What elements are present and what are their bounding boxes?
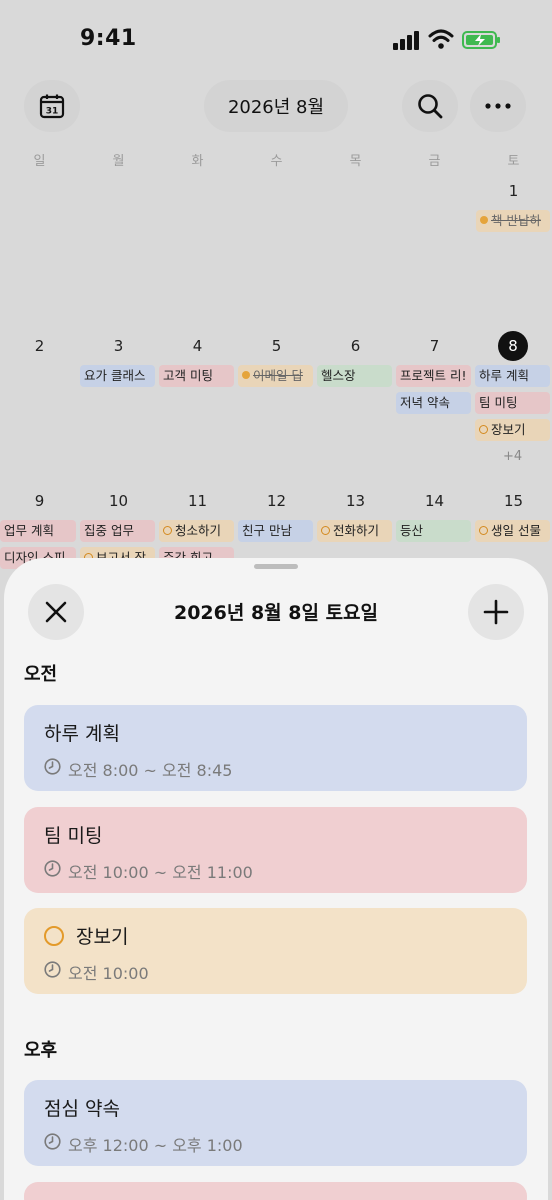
day-cell-12[interactable]: 12 [237, 492, 316, 510]
event-card[interactable]: 점심 약속 오후 12:00 ~ 오후 1:00 [24, 1080, 527, 1166]
more-button[interactable] [470, 80, 526, 132]
event-chip[interactable]: 헬스장 [317, 365, 392, 387]
clock-icon [44, 1133, 61, 1150]
event-chip[interactable]: 등산 [396, 520, 471, 542]
day-detail-sheet: 2026년 8월 8일 토요일 오전 하루 계획 오전 8:00 ~ 오전 8:… [4, 558, 548, 1200]
event-chip[interactable]: 책 반납하 [476, 210, 550, 232]
event-chip[interactable]: 고객 미팅 [159, 365, 234, 387]
wifi-icon [428, 29, 454, 49]
weekday-tue: 화 [191, 154, 204, 169]
day-cell-6[interactable]: 6 [316, 337, 395, 355]
event-card-title: 장보기 [76, 926, 129, 948]
event-chip[interactable]: 저녁 약속 [396, 392, 471, 414]
search-button[interactable] [402, 80, 458, 132]
event-chip[interactable]: 이메일 답 [238, 365, 313, 387]
event-card-time: 오후 12:00 ~ 오후 1:00 [68, 1136, 243, 1155]
weekday-thu: 목 [349, 154, 362, 169]
event-chip[interactable]: 업무 계획 [0, 520, 76, 542]
todo-ring-icon [163, 526, 172, 535]
clock-icon [44, 758, 61, 775]
day-cell-2[interactable]: 2 [0, 337, 79, 355]
event-chip[interactable]: 친구 만남 [238, 520, 313, 542]
event-card[interactable] [24, 1182, 527, 1200]
search-icon [418, 94, 443, 119]
day-cell-3[interactable]: 3 [79, 337, 158, 355]
todo-card[interactable]: 장보기 오전 10:00 [24, 908, 527, 994]
weekday-fri: 금 [428, 154, 441, 169]
calendar-button[interactable]: 31 [24, 80, 80, 132]
event-chip[interactable]: 팀 미팅 [475, 392, 550, 414]
todo-ring-icon [479, 425, 488, 434]
event-chip[interactable]: 전화하기 [317, 520, 392, 542]
todo-ring-icon [479, 526, 488, 535]
calendar-icon: 31 [39, 94, 65, 119]
sheet-title: 2026년 8월 8일 토요일 [173, 602, 379, 624]
event-card-title: 팀 미팅 [44, 825, 103, 847]
todo-dot-icon [242, 371, 250, 379]
event-chip[interactable]: 집중 업무 [80, 520, 155, 542]
day-cell-9[interactable]: 9 [0, 492, 79, 510]
status-time: 9:41 [80, 26, 137, 51]
event-card-title: 하루 계획 [44, 723, 120, 745]
day-cell-14[interactable]: 14 [395, 492, 474, 510]
clock-icon [44, 961, 61, 978]
section-pm: 오후 [24, 1040, 58, 1061]
day-cell-11[interactable]: 11 [158, 492, 237, 510]
weekday-wed: 수 [270, 154, 283, 169]
weekday-header: 일 월 화 수 목 금 토 [0, 150, 552, 170]
event-card-time: 오전 10:00 ~ 오전 11:00 [68, 863, 253, 882]
day-cell-4[interactable]: 4 [158, 337, 237, 355]
day-cell-13[interactable]: 13 [316, 492, 395, 510]
day-cell-15[interactable]: 15 [474, 492, 552, 510]
event-card-title: 점심 약속 [44, 1098, 120, 1120]
add-event-button[interactable] [468, 584, 524, 640]
event-card[interactable]: 하루 계획 오전 8:00 ~ 오전 8:45 [24, 705, 527, 791]
day-cell-5[interactable]: 5 [237, 337, 316, 355]
event-card[interactable]: 팀 미팅 오전 10:00 ~ 오전 11:00 [24, 807, 527, 893]
day-cell-7[interactable]: 7 [395, 337, 474, 355]
day-cell-10[interactable]: 10 [79, 492, 158, 510]
todo-ring-icon [321, 526, 330, 535]
section-am: 오전 [24, 664, 58, 685]
svg-text:31: 31 [46, 107, 59, 117]
event-chip[interactable]: 생일 선물 [475, 520, 550, 542]
event-chip[interactable]: 프로젝트 리! [396, 365, 471, 387]
status-bar: 9:41 [0, 0, 552, 80]
event-chip[interactable]: 청소하기 [159, 520, 234, 542]
clock-icon [44, 860, 61, 877]
todo-dot-icon [480, 216, 488, 224]
battery-icon [462, 31, 500, 49]
weekday-sun: 일 [33, 154, 46, 169]
today-indicator[interactable]: 8 [498, 331, 528, 361]
plus-icon [483, 599, 509, 625]
more-icon [485, 103, 511, 109]
more-events-count[interactable]: +4 [503, 449, 522, 464]
event-chip[interactable]: 하루 계획 [475, 365, 550, 387]
signal-icon [393, 31, 419, 50]
sheet-grabber[interactable] [254, 564, 298, 569]
event-chip[interactable]: 요가 클래스 [80, 365, 155, 387]
event-card-time: 오전 8:00 ~ 오전 8:45 [68, 761, 233, 780]
weekday-sat: 토 [507, 154, 520, 169]
event-chip[interactable]: 장보기 [475, 419, 550, 441]
day-cell-1[interactable]: 1 [474, 182, 552, 200]
weekday-mon: 월 [112, 154, 125, 169]
event-card-time: 오전 10:00 [68, 964, 149, 983]
todo-checkbox[interactable] [44, 926, 64, 946]
month-selector[interactable]: 2026년 8월 [204, 80, 348, 132]
